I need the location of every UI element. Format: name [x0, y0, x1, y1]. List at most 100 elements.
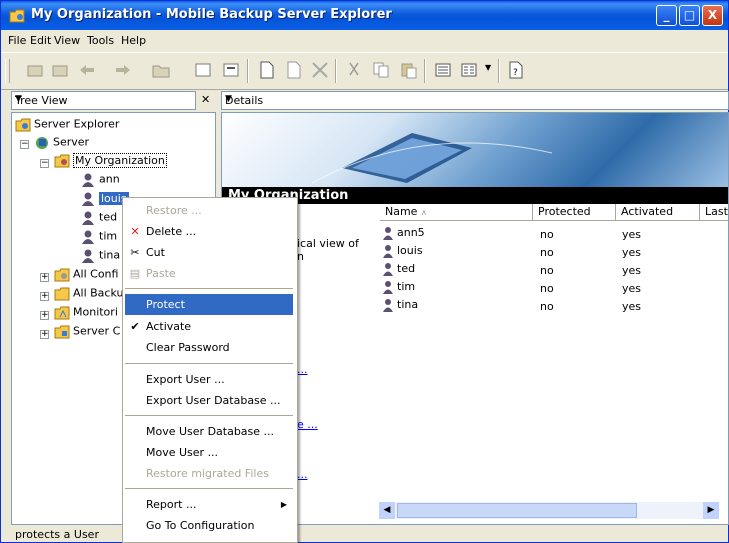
tree-node-my-organization[interactable]: My Organization: [54, 152, 167, 168]
user-icon: [383, 263, 393, 276]
user-icon: [82, 173, 94, 187]
menu-help[interactable]: Help: [121, 34, 146, 47]
menu-item-move-user-database[interactable]: Move User Database ...: [125, 421, 293, 442]
menu-item-restore[interactable]: Restore ...: [125, 200, 293, 221]
menu-item-protect[interactable]: Protect: [125, 294, 293, 315]
menu-item-paste[interactable]: ▤ Paste: [125, 263, 293, 284]
cut-icon[interactable]: [344, 61, 364, 79]
folder-config-icon: [54, 268, 70, 282]
banner-image: [222, 113, 728, 188]
back-icon[interactable]: [77, 61, 97, 79]
folder-icon[interactable]: [151, 61, 171, 79]
app-window: My Organization - Mobile Backup Server E…: [0, 0, 729, 543]
connect-icon[interactable]: [221, 61, 241, 79]
description-text: ical view of: [297, 237, 359, 250]
up-folder-icon[interactable]: [26, 61, 46, 79]
folder-server-icon: [54, 325, 70, 339]
tree-node-server-config[interactable]: Server C: [54, 324, 120, 339]
title-bar[interactable]: My Organization - Mobile Backup Server E…: [1, 1, 728, 30]
details-view-icon[interactable]: [459, 61, 479, 79]
minimize-button[interactable]: _: [656, 5, 677, 26]
menu-item-export-user[interactable]: Export User ...: [125, 369, 293, 390]
view-dropdown-arrow[interactable]: ▼: [485, 63, 491, 72]
toolbar: ▼ ?: [1, 52, 728, 90]
tree-node-server[interactable]: Server: [34, 135, 89, 150]
column-header-last[interactable]: Last: [700, 204, 728, 221]
delete-icon[interactable]: [310, 61, 330, 79]
tree-expand-icon[interactable]: +: [40, 311, 49, 320]
menu-bar: File Edit View Tools Help: [1, 31, 728, 51]
tree-node-user[interactable]: ann: [80, 172, 120, 187]
app-icon: [9, 9, 25, 23]
menu-file[interactable]: File: [8, 34, 26, 47]
toolbar-grip[interactable]: [5, 59, 10, 83]
tree-node-all-backups[interactable]: All Backu: [54, 286, 123, 301]
menu-item-move-user[interactable]: Move User ...: [125, 442, 293, 463]
menu-item-clear-password[interactable]: Clear Password: [125, 337, 293, 358]
server-explorer-icon: [15, 118, 31, 132]
menu-item-restore-migrated-files[interactable]: Restore migrated Files: [125, 463, 293, 484]
menu-item-cut[interactable]: ✂ Cut: [125, 242, 293, 263]
task-link[interactable]: ...: [297, 363, 308, 376]
horizontal-scrollbar[interactable]: ◀ ▶: [378, 501, 720, 520]
new-icon[interactable]: [257, 61, 277, 79]
tree-node-server-explorer[interactable]: Server Explorer: [15, 117, 119, 132]
task-link[interactable]: ...: [297, 468, 308, 481]
window-title: My Organization - Mobile Backup Server E…: [31, 7, 392, 22]
maximize-button[interactable]: □: [679, 5, 700, 26]
tree-expand-icon[interactable]: +: [40, 330, 49, 339]
paste-icon: ▤: [129, 267, 141, 280]
user-icon: [383, 227, 393, 240]
laptop-illustration: [311, 133, 553, 184]
column-header-protected[interactable]: Protected: [533, 204, 616, 221]
help-icon[interactable]: ?: [506, 61, 526, 79]
list-view-icon[interactable]: [433, 61, 453, 79]
menu-item-activate[interactable]: ✔ Activate: [125, 316, 293, 337]
column-header-activated[interactable]: Activated: [616, 204, 700, 221]
chevron-down-icon[interactable]: ▼: [15, 94, 193, 104]
forward-icon[interactable]: [113, 61, 133, 79]
user-icon: [82, 211, 94, 225]
scroll-left-icon[interactable]: ◀: [379, 502, 395, 519]
menu-view[interactable]: View: [54, 34, 80, 47]
user-icon: [82, 230, 94, 244]
menu-item-report[interactable]: Report ... ▶: [125, 494, 293, 515]
user-icon: [383, 299, 393, 312]
user-icon: [82, 192, 94, 206]
properties-icon[interactable]: [51, 61, 71, 79]
tree-node-user[interactable]: tim: [80, 229, 117, 244]
scroll-right-icon[interactable]: ▶: [703, 502, 719, 519]
scroll-thumb[interactable]: [397, 503, 637, 518]
tree-view-combo[interactable]: Tree View ▼: [11, 91, 196, 110]
tree-collapse-icon[interactable]: −: [20, 140, 29, 149]
details-combo[interactable]: Details ▼: [221, 91, 729, 110]
tree-close-icon[interactable]: ✕: [201, 93, 210, 106]
tree-node-user[interactable]: tina: [80, 248, 120, 263]
tree-expand-icon[interactable]: +: [40, 273, 49, 282]
tree-node-all-configurations[interactable]: All Confi: [54, 267, 118, 282]
status-text: protects a User: [15, 528, 99, 541]
menu-item-export-user-database[interactable]: Export User Database ...: [125, 390, 293, 411]
task-link[interactable]: e ...: [297, 418, 318, 431]
folder-backup-icon: [54, 287, 70, 301]
paste-icon[interactable]: [399, 61, 419, 79]
tree-expand-icon[interactable]: +: [40, 292, 49, 301]
tree-node-user[interactable]: ted: [80, 210, 117, 225]
user-icon: [383, 281, 393, 294]
refresh-icon[interactable]: [193, 61, 213, 79]
svg-text:?: ?: [513, 68, 518, 78]
server-icon: [36, 137, 48, 149]
menu-item-delete[interactable]: ✕ Delete ...: [125, 221, 293, 242]
chevron-down-icon[interactable]: ▼: [225, 94, 726, 104]
tree-node-monitoring[interactable]: Monitori: [54, 305, 118, 320]
menu-edit[interactable]: Edit: [30, 34, 51, 47]
menu-item-go-to-configuration[interactable]: Go To Configuration: [125, 515, 293, 536]
tree-collapse-icon[interactable]: −: [40, 159, 49, 168]
copy-icon[interactable]: [371, 61, 391, 79]
close-button[interactable]: X: [702, 5, 723, 26]
folder-monitor-icon: [54, 306, 70, 320]
check-icon: ✔: [130, 320, 140, 333]
menu-tools[interactable]: Tools: [87, 34, 114, 47]
column-header-name[interactable]: Name ∧: [380, 204, 533, 221]
edit-icon[interactable]: [284, 61, 304, 79]
